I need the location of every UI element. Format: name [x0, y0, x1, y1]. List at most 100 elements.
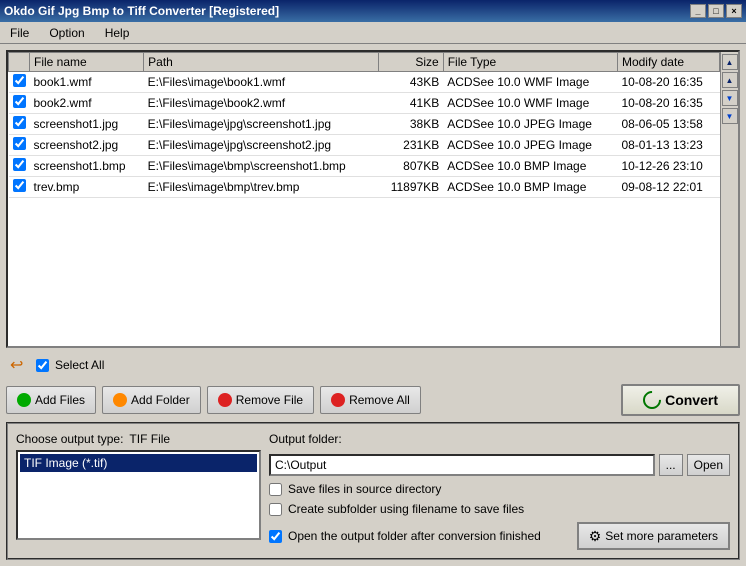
output-type-panel: Choose output type: TIF File TIF Image (…: [16, 432, 261, 550]
add-files-icon: [17, 393, 31, 407]
menu-help[interactable]: Help: [99, 24, 136, 42]
row-checkbox[interactable]: [13, 137, 26, 150]
row-filename: book2.wmf: [30, 93, 144, 114]
table-row[interactable]: book1.wmf E:\Files\image\book1.wmf 43KB …: [9, 72, 720, 93]
open-after-label: Open the output folder after conversion …: [288, 529, 541, 543]
add-files-button[interactable]: Add Files: [6, 386, 96, 414]
row-size: 231KB: [379, 135, 443, 156]
open-button[interactable]: Open: [687, 454, 730, 476]
row-path: E:\Files\image\book1.wmf: [144, 72, 379, 93]
table-row[interactable]: trev.bmp E:\Files\image\bmp\trev.bmp 118…: [9, 177, 720, 198]
row-date: 10-08-20 16:35: [617, 93, 719, 114]
row-checkbox[interactable]: [13, 74, 26, 87]
add-files-label: Add Files: [35, 393, 85, 407]
save-source-checkbox[interactable]: [269, 483, 282, 496]
gear-icon: ⚙: [589, 528, 602, 545]
add-folder-button[interactable]: Add Folder: [102, 386, 201, 414]
row-path: E:\Files\image\jpg\screenshot1.jpg: [144, 114, 379, 135]
output-type-value: TIF File: [129, 432, 170, 446]
row-checkbox[interactable]: [13, 95, 26, 108]
close-button[interactable]: ×: [726, 4, 742, 18]
row-size: 807KB: [379, 156, 443, 177]
remove-all-button[interactable]: Remove All: [320, 386, 421, 414]
row-filetype: ACDSee 10.0 JPEG Image: [443, 114, 617, 135]
table-row[interactable]: screenshot2.jpg E:\Files\image\jpg\scree…: [9, 135, 720, 156]
output-folder-label: Output folder:: [269, 432, 730, 446]
output-type-list[interactable]: TIF Image (*.tif): [16, 450, 261, 540]
back-icon[interactable]: ↩: [10, 355, 30, 375]
menu-option[interactable]: Option: [43, 24, 90, 42]
col-path: Path: [144, 53, 379, 72]
select-all-label: Select All: [55, 358, 104, 372]
row-checkbox[interactable]: [13, 116, 26, 129]
remove-file-icon: [218, 393, 232, 407]
row-filetype: ACDSee 10.0 JPEG Image: [443, 135, 617, 156]
set-more-params-button[interactable]: ⚙ Set more parameters: [577, 522, 730, 550]
maximize-button[interactable]: □: [708, 4, 724, 18]
row-date: 09-08-12 22:01: [617, 177, 719, 198]
col-check: [9, 53, 30, 72]
scroll-up-button[interactable]: ▲: [722, 72, 738, 88]
output-type-option-tif[interactable]: TIF Image (*.tif): [20, 454, 257, 472]
col-filetype: File Type: [443, 53, 617, 72]
scroll-top-button[interactable]: ▲: [722, 54, 738, 70]
row-size: 38KB: [379, 114, 443, 135]
row-filename: screenshot1.bmp: [30, 156, 144, 177]
row-size: 41KB: [379, 93, 443, 114]
set-params-label: Set more parameters: [605, 529, 718, 543]
save-source-label: Save files in source directory: [288, 482, 441, 496]
remove-file-button[interactable]: Remove File: [207, 386, 314, 414]
output-options-panel: Output folder: ... Open Save files in so…: [269, 432, 730, 550]
title-bar: Okdo Gif Jpg Bmp to Tiff Converter [Regi…: [0, 0, 746, 22]
row-path: E:\Files\image\jpg\screenshot2.jpg: [144, 135, 379, 156]
menu-file[interactable]: File: [4, 24, 35, 42]
row-date: 08-01-13 13:23: [617, 135, 719, 156]
browse-button[interactable]: ...: [659, 454, 683, 476]
action-buttons-row: Add Files Add Folder Remove File Remove …: [6, 382, 740, 418]
create-subfolder-checkbox[interactable]: [269, 503, 282, 516]
create-subfolder-label: Create subfolder using filename to save …: [288, 502, 524, 516]
title-bar-title: Okdo Gif Jpg Bmp to Tiff Converter [Regi…: [4, 4, 279, 18]
convert-button[interactable]: Convert: [621, 384, 740, 416]
add-folder-icon: [113, 393, 127, 407]
select-all-row: ↩ Select All: [6, 352, 740, 378]
col-modifydate: Modify date: [617, 53, 719, 72]
row-filetype: ACDSee 10.0 WMF Image: [443, 93, 617, 114]
row-checkbox[interactable]: [13, 179, 26, 192]
file-list-container: File name Path Size File Type Modify dat…: [6, 50, 740, 348]
table-row[interactable]: screenshot1.bmp E:\Files\image\bmp\scree…: [9, 156, 720, 177]
row-size: 43KB: [379, 72, 443, 93]
table-row[interactable]: book2.wmf E:\Files\image\book2.wmf 41KB …: [9, 93, 720, 114]
row-filetype: ACDSee 10.0 BMP Image: [443, 177, 617, 198]
minimize-button[interactable]: _: [690, 4, 706, 18]
remove-file-label: Remove File: [236, 393, 303, 407]
row-filetype: ACDSee 10.0 BMP Image: [443, 156, 617, 177]
row-date: 10-12-26 23:10: [617, 156, 719, 177]
row-checkbox[interactable]: [13, 158, 26, 171]
scroll-bottom-button[interactable]: ▼: [722, 108, 738, 124]
row-size: 11897KB: [379, 177, 443, 198]
output-folder-input[interactable]: [269, 454, 655, 476]
table-row[interactable]: screenshot1.jpg E:\Files\image\jpg\scree…: [9, 114, 720, 135]
add-folder-label: Add Folder: [131, 393, 190, 407]
row-path: E:\Files\image\bmp\screenshot1.bmp: [144, 156, 379, 177]
menu-bar: File Option Help: [0, 22, 746, 44]
bottom-panel: Choose output type: TIF File TIF Image (…: [6, 422, 740, 560]
app-title: Okdo Gif Jpg Bmp to Tiff Converter [Regi…: [4, 4, 279, 18]
convert-label: Convert: [665, 392, 718, 408]
open-after-checkbox[interactable]: [269, 530, 282, 543]
output-folder-row: ... Open: [269, 454, 730, 476]
row-date: 08-06-05 13:58: [617, 114, 719, 135]
select-all-checkbox[interactable]: [36, 359, 49, 372]
file-table: File name Path Size File Type Modify dat…: [8, 52, 720, 346]
row-path: E:\Files\image\bmp\trev.bmp: [144, 177, 379, 198]
row-filename: book1.wmf: [30, 72, 144, 93]
row-filetype: ACDSee 10.0 WMF Image: [443, 72, 617, 93]
remove-all-icon: [331, 393, 345, 407]
row-date: 10-08-20 16:35: [617, 72, 719, 93]
scroll-down-button[interactable]: ▼: [722, 90, 738, 106]
col-size: Size: [379, 53, 443, 72]
title-bar-controls[interactable]: _ □ ×: [690, 4, 742, 18]
row-path: E:\Files\image\book2.wmf: [144, 93, 379, 114]
output-type-label: Choose output type:: [16, 432, 123, 446]
